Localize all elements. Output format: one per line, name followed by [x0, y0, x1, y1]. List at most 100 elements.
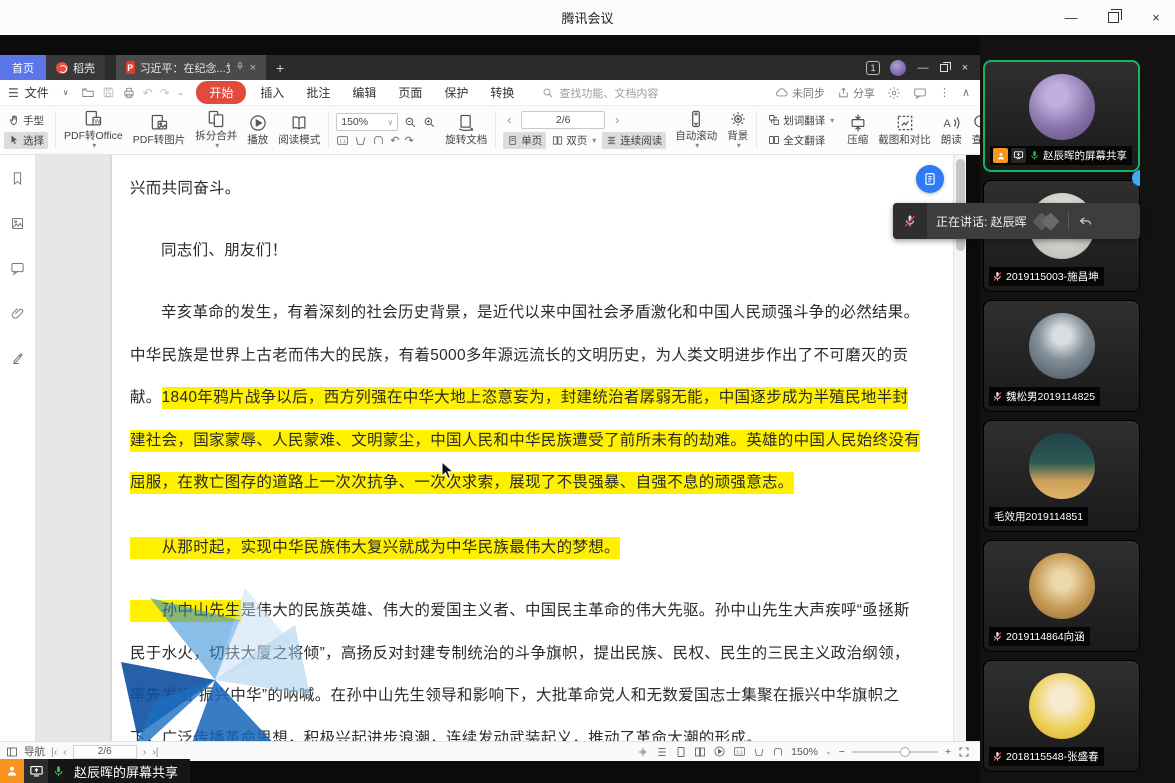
status-fit-page-icon[interactable]	[772, 746, 784, 758]
app-minimize-button[interactable]: —	[916, 62, 930, 74]
menu-convert[interactable]: 转换	[482, 82, 522, 103]
zoom-in-icon[interactable]	[423, 116, 436, 129]
status-play-icon[interactable]	[713, 745, 726, 758]
fit-page-icon[interactable]	[372, 134, 385, 147]
participant-tile[interactable]: 毛效用2019114851	[983, 420, 1140, 532]
participant-tile[interactable]: 2019114864向涵	[983, 540, 1140, 652]
open-folder-icon[interactable]	[81, 86, 95, 100]
status-zoom-caret[interactable]: ⌄	[825, 747, 832, 756]
zoom-out-button[interactable]: −	[839, 746, 845, 758]
bookmark-icon[interactable]	[10, 171, 25, 186]
save-icon[interactable]	[102, 86, 115, 99]
search-box[interactable]: 查找功能、文档内容	[542, 85, 658, 101]
close-button[interactable]: ×	[1145, 10, 1167, 25]
rotate-doc-button[interactable]: 旋转文档	[440, 113, 492, 147]
menu-page[interactable]: 页面	[390, 82, 430, 103]
continuous-read-button[interactable]: 连续阅读	[602, 132, 666, 149]
redo-icon[interactable]: ↷	[160, 86, 170, 100]
participant-tile-presenter[interactable]: 赵辰晖的屏幕共享	[983, 60, 1140, 172]
minimize-button[interactable]: —	[1060, 10, 1082, 25]
status-page-input[interactable]: 2/6	[73, 745, 137, 759]
status-background-icon[interactable]	[637, 746, 649, 758]
translate-float-button[interactable]	[916, 165, 944, 193]
close-tab-icon[interactable]: ×	[250, 62, 256, 74]
more-menu-icon[interactable]: ⋮	[939, 86, 950, 99]
status-continuous-icon[interactable]	[656, 746, 668, 758]
rotate-left-icon[interactable]: ↶	[390, 134, 399, 147]
zoom-slider-knob[interactable]	[900, 747, 910, 757]
app-restore-button[interactable]	[940, 64, 948, 72]
collapse-ribbon-icon[interactable]: ∧	[962, 86, 970, 99]
print-icon[interactable]	[122, 86, 136, 100]
hamburger-icon[interactable]: ☰	[8, 86, 19, 100]
auto-scroll-button[interactable]: 自动滚动	[670, 109, 722, 151]
share-button[interactable]: 分享	[837, 85, 875, 101]
menu-protect[interactable]: 保护	[436, 82, 476, 103]
pin-tab-icon[interactable]	[235, 61, 245, 74]
double-page-button[interactable]: 双页	[548, 132, 600, 149]
feedback-bubble-icon[interactable]	[913, 86, 927, 100]
toast-mic-cell[interactable]	[893, 203, 927, 239]
full-translate-button[interactable]: 全文翻译	[764, 132, 838, 149]
shot-compare-button[interactable]: 截图和对比	[873, 113, 936, 147]
background-button[interactable]: 背景	[722, 109, 753, 151]
read-mode-button[interactable]: 阅读模式	[273, 113, 325, 147]
restore-button[interactable]	[1108, 12, 1119, 23]
last-page-button[interactable]: ›|	[152, 746, 158, 758]
more-caret-icon[interactable]: ⌄	[177, 87, 185, 98]
menu-start[interactable]: 开始	[196, 81, 246, 104]
pdf-to-image-button[interactable]: PDF转图片	[128, 113, 191, 147]
screen-share-banner[interactable]: 赵辰晖的屏幕共享	[0, 759, 190, 783]
menu-annotate[interactable]: 批注	[298, 82, 338, 103]
thumbnail-icon[interactable]	[10, 216, 25, 231]
page-input[interactable]: 2/6	[521, 111, 605, 129]
fullscreen-icon[interactable]	[958, 746, 970, 758]
file-dropdown-icon[interactable]: ∨	[63, 88, 69, 97]
tab-home[interactable]: 首页	[0, 55, 46, 80]
stamp-icon[interactable]	[10, 351, 25, 366]
zoom-slider[interactable]	[852, 751, 938, 753]
menu-insert[interactable]: 插入	[252, 82, 292, 103]
zoom-out-icon[interactable]	[404, 116, 417, 129]
account-avatar[interactable]	[890, 60, 906, 76]
attachment-icon[interactable]	[10, 306, 25, 321]
next-page-icon[interactable]: ›	[611, 113, 623, 127]
document-area[interactable]: 兴而共同奋斗。 同志们、朋友们！ 辛亥革命的发生，有着深刻的社会历史背景，是近代…	[36, 155, 966, 741]
tab-document[interactable]: P 习近平：在纪念...党员网.pdf ×	[116, 55, 266, 80]
next-page-button[interactable]: ›	[143, 746, 147, 758]
app-close-button[interactable]: ×	[958, 62, 972, 74]
sync-status[interactable]: 未同步	[775, 85, 825, 101]
play-button[interactable]: 播放	[242, 113, 273, 147]
zoom-select[interactable]: 150%	[336, 113, 398, 131]
new-tab-button[interactable]: +	[266, 55, 294, 80]
menu-edit[interactable]: 编辑	[344, 82, 384, 103]
prev-page-icon[interactable]: ‹	[503, 113, 515, 127]
nav-panel-icon[interactable]	[6, 746, 18, 758]
split-merge-button[interactable]: 拆分合并	[190, 109, 242, 151]
reply-arrow-icon[interactable]	[1078, 214, 1093, 229]
select-tool[interactable]: 选择	[4, 132, 48, 149]
status-double-page-icon[interactable]	[694, 746, 706, 758]
first-page-button[interactable]: |‹	[51, 746, 57, 758]
actual-size-icon[interactable]: 1:1	[336, 134, 349, 147]
find-button[interactable]: 查找	[967, 113, 980, 147]
pdf-to-office-button[interactable]: W PDF转Office	[59, 109, 128, 151]
zoom-in-button[interactable]: +	[945, 746, 951, 758]
undo-icon[interactable]: ↶	[143, 86, 153, 100]
participant-tile[interactable]: 魏松男2019114825	[983, 300, 1140, 412]
tab-docer[interactable]: 稻壳	[46, 55, 105, 80]
compress-button[interactable]: 压缩	[842, 113, 873, 147]
comment-icon[interactable]	[10, 261, 25, 276]
settings-gear-icon[interactable]	[887, 86, 901, 100]
vertical-scrollbar[interactable]	[953, 155, 966, 741]
single-page-button[interactable]: 单页	[503, 132, 546, 149]
hand-tool[interactable]: 手型	[4, 112, 48, 129]
notification-badge[interactable]: 1	[866, 61, 880, 75]
status-fit-width-icon[interactable]	[753, 746, 765, 758]
read-aloud-button[interactable]: A 朗读	[936, 113, 967, 147]
status-zoom-value[interactable]: 150%	[791, 746, 818, 758]
status-actual-size-icon[interactable]: 1:1	[733, 745, 746, 758]
nav-label[interactable]: 导航	[24, 744, 45, 759]
rotate-right-icon[interactable]: ↷	[404, 134, 413, 147]
word-translate-button[interactable]: 划词翻译	[764, 112, 838, 129]
